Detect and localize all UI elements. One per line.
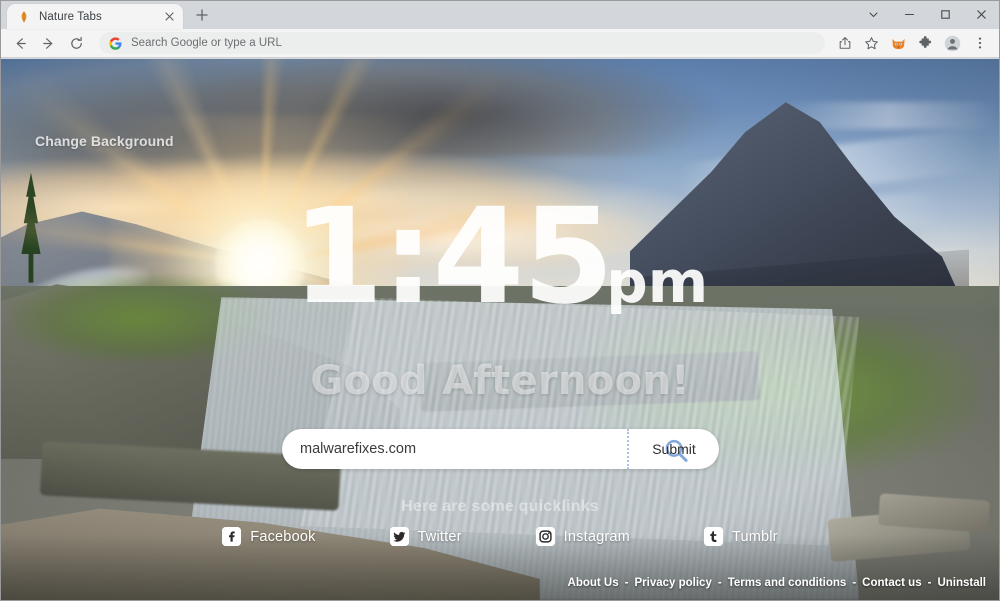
back-arrow-icon[interactable] xyxy=(7,30,33,56)
share-icon[interactable] xyxy=(831,30,858,56)
chevron-down-icon[interactable] xyxy=(855,1,891,28)
clock-ampm: pm xyxy=(606,248,709,316)
quicklink-label: Facebook xyxy=(250,528,316,545)
quicklinks-heading: Here are some quicklinks xyxy=(401,498,599,515)
address-bar[interactable]: Search Google or type a URL xyxy=(99,32,825,54)
leaf-icon xyxy=(17,10,31,24)
footer-separator: - xyxy=(717,577,722,589)
browser-tab[interactable]: Nature Tabs xyxy=(7,4,183,29)
quicklinks-list: Facebook Twitter Instagram Tumblr xyxy=(1,527,999,546)
twitter-icon xyxy=(389,527,409,546)
puzzle-piece-icon[interactable] xyxy=(912,30,939,56)
quicklink-facebook[interactable]: Facebook xyxy=(222,527,315,546)
instagram-icon xyxy=(535,527,555,546)
footer-separator: - xyxy=(624,577,629,589)
quicklink-instagram[interactable]: Instagram xyxy=(535,527,630,546)
fox-extension-icon[interactable] xyxy=(885,30,912,56)
footer-link-terms-and-conditions[interactable]: Terms and conditions xyxy=(727,577,848,589)
footer-separator: - xyxy=(852,577,857,589)
quicklink-tumblr[interactable]: Tumblr xyxy=(703,527,778,546)
facebook-icon xyxy=(222,527,242,546)
forward-arrow-icon[interactable] xyxy=(35,30,61,56)
window-close-icon[interactable] xyxy=(963,1,999,28)
tab-strip: Nature Tabs xyxy=(1,1,999,29)
address-bar-text: Search Google or type a URL xyxy=(131,37,282,49)
clock-time: 1:45 xyxy=(291,180,614,334)
page-overlay: Change Background 1:45pm Good Afternoon!… xyxy=(1,59,999,600)
footer-link-uninstall[interactable]: Uninstall xyxy=(936,577,987,589)
footer-link-privacy-policy[interactable]: Privacy policy xyxy=(633,577,712,589)
profile-avatar-icon[interactable] xyxy=(939,30,966,56)
browser-window: Nature Tabs Search Google or type a URL … xyxy=(0,0,1000,601)
google-g-icon xyxy=(109,36,122,50)
search-submit-label: Submit xyxy=(652,441,696,457)
tab-title: Nature Tabs xyxy=(39,10,102,23)
quicklink-label: Tumblr xyxy=(731,528,778,545)
page-viewport: Change Background 1:45pm Good Afternoon!… xyxy=(1,59,999,600)
clock-display: 1:45pm xyxy=(1,191,999,323)
quicklink-twitter[interactable]: Twitter xyxy=(389,527,462,546)
search-input[interactable] xyxy=(282,429,627,469)
footer-links: About Us - Privacy policy - Terms and co… xyxy=(567,577,987,589)
footer-link-about-us[interactable]: About Us xyxy=(567,577,620,589)
reload-icon[interactable] xyxy=(63,30,89,56)
tumblr-icon xyxy=(703,527,723,546)
greeting-text: Good Afternoon! xyxy=(310,358,690,404)
change-background-link[interactable]: Change Background xyxy=(35,133,174,149)
minimize-icon[interactable] xyxy=(891,1,927,28)
tab-close-icon[interactable] xyxy=(161,9,177,25)
footer-link-contact-us[interactable]: Contact us xyxy=(861,577,922,589)
footer-separator: - xyxy=(927,577,932,589)
star-icon[interactable] xyxy=(858,30,885,56)
quicklink-label: Instagram xyxy=(563,528,630,545)
new-tab-button[interactable] xyxy=(189,2,215,28)
search-bar[interactable]: Submit xyxy=(282,429,719,469)
window-controls xyxy=(855,1,999,28)
toolbar-icons xyxy=(831,30,993,56)
search-submit-button[interactable]: Submit xyxy=(629,429,719,469)
three-dot-menu-icon[interactable] xyxy=(966,30,993,56)
maximize-icon[interactable] xyxy=(927,1,963,28)
quicklink-label: Twitter xyxy=(417,528,462,545)
browser-toolbar: Search Google or type a URL xyxy=(1,29,999,58)
